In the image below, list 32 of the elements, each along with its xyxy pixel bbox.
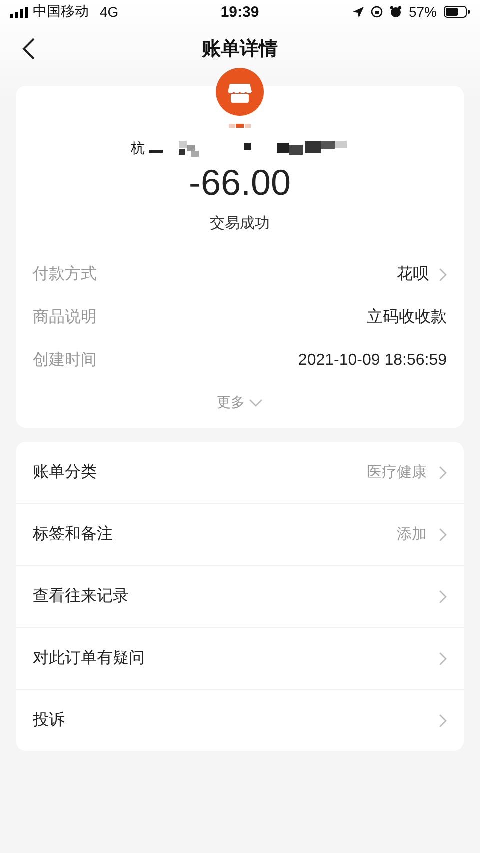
page-title: 账单详情 (202, 38, 278, 62)
chevron-icon (439, 466, 447, 480)
action-row[interactable]: 投诉 (16, 690, 464, 751)
page-indicator-icon (229, 124, 251, 128)
rotation-lock-icon (370, 6, 383, 18)
detail-label: 商品说明 (33, 308, 98, 328)
transaction-status: 交易成功 (209, 214, 271, 233)
action-row[interactable]: 标签和备注 添加 (16, 504, 464, 566)
battery-percent: 57% (408, 4, 437, 20)
action-row[interactable]: 查看往来记录 (16, 566, 464, 628)
action-row[interactable]: 对此订单有疑问 (16, 628, 464, 690)
carrier-name: 中国移动 (33, 3, 89, 21)
detail-label: 创建时间 (33, 350, 98, 371)
chevron-icon (439, 268, 447, 282)
detail-value: 立码收收款 (367, 308, 447, 328)
chevron-icon (439, 528, 447, 542)
chevron-icon (439, 652, 447, 666)
network-type: 4G (100, 4, 119, 20)
detail-value: 花呗 (397, 264, 429, 285)
detail-label: 付款方式 (33, 264, 98, 285)
merchant-name: 杭 (131, 140, 145, 158)
detail-value: 2021-10-09 18:56:59 (298, 352, 447, 370)
alarm-clock-icon (390, 6, 402, 18)
battery-icon (444, 6, 470, 18)
chevron-icon (439, 590, 447, 604)
chevron-down-icon (249, 399, 263, 407)
action-row[interactable]: 账单分类 医疗健康 (16, 442, 464, 504)
signal-icon (10, 6, 28, 18)
location-arrow-icon (352, 6, 364, 18)
chevron-icon (439, 714, 447, 728)
amount: -66.00 (188, 162, 292, 204)
clock-time: 19:39 (220, 4, 260, 20)
